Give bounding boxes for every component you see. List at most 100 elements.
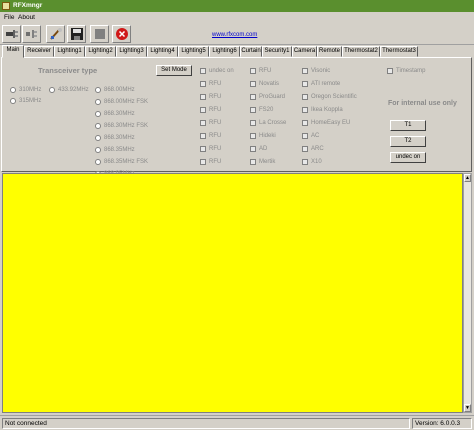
radio-433mhz-label: 433.92MHz [58,87,89,93]
radio-868-0[interactable] [95,87,101,93]
exit-button[interactable] [112,25,131,43]
checkbox-col2-2[interactable] [250,94,256,100]
checkbox-label: RFU [209,120,222,126]
radio-315mhz[interactable] [10,98,16,104]
stop-square-icon [94,29,105,39]
tab-thermostat3[interactable]: Thermostat3 [380,46,418,57]
app-icon [2,2,10,10]
tab-remote[interactable]: Remote [317,46,342,57]
timestamp-checkbox[interactable] [387,68,393,74]
plug-icon [5,30,18,38]
checkbox-label: ProGuard [259,94,286,100]
version-label: Version: 6.0.0.3 [412,418,472,429]
radio-868-label: 868.35MHz [104,147,135,153]
checkbox-label: X10 [311,159,322,165]
checkbox-col3-5[interactable] [302,133,308,139]
radio-868-6[interactable] [95,159,101,165]
checkbox-label: RFU [209,107,222,113]
checkbox-col3-7[interactable] [302,159,308,165]
radio-868-5[interactable] [95,147,101,153]
title-bar: RFXmngr [0,0,474,12]
checkbox-col3-0[interactable] [302,68,308,74]
tab-receiver[interactable]: Receiver [24,46,54,57]
checkbox-label: RFU [209,94,222,100]
menu-bar: File About [0,12,474,23]
checkbox-col3-6[interactable] [302,146,308,152]
connect-button[interactable] [2,25,21,43]
checkbox-col3-3[interactable] [302,107,308,113]
tab-lighting1[interactable]: Lighting1 [54,46,85,57]
checkbox-col1-0[interactable] [200,68,206,74]
checkbox-label: RFU [209,133,222,139]
checkbox-col1-6[interactable] [200,146,206,152]
checkbox-col2-4[interactable] [250,120,256,126]
tab-camera[interactable]: Camera [292,46,317,57]
status-bar: Not connected Version: 6.0.0.3 [0,415,474,430]
t2-button[interactable]: T2 [390,136,426,147]
tab-lighting6[interactable]: Lighting6 [209,46,240,57]
disconnect-button[interactable] [22,25,41,43]
checkbox-col1-7[interactable] [200,159,206,165]
undec-on-button[interactable]: undec on [390,152,426,163]
tab-lighting5[interactable]: Lighting5 [178,46,209,57]
scroll-up-arrow-icon[interactable]: ▲ [464,174,471,182]
checkbox-label: RFU [209,146,222,152]
checkbox-col2-7[interactable] [250,159,256,165]
tab-lighting4[interactable]: Lighting4 [147,46,178,57]
scroll-down-arrow-icon[interactable]: ▼ [464,404,471,412]
brush-icon [49,28,62,40]
main-tab-panel: Transceiver type Set Mode 310MHz 315MHz … [1,57,472,177]
radio-868-label: 868.35MHz FSK [104,159,149,165]
log-output-area[interactable] [2,173,463,413]
radio-310mhz-label: 310MHz [19,87,42,93]
tab-thermostat2[interactable]: Thermostat2 [342,46,380,57]
checkbox-label: ARC [311,146,324,152]
tab-curtain[interactable]: Curtain [240,46,262,57]
checkbox-label: La Crosse [259,120,287,126]
radio-310mhz[interactable] [10,87,16,93]
t1-button[interactable]: T1 [390,120,426,131]
radio-868-label: 868.30MHz [104,111,135,117]
radio-433mhz[interactable] [49,87,55,93]
checkbox-label: Hideki [259,133,276,139]
tab-lighting3[interactable]: Lighting3 [116,46,147,57]
checkbox-label: RFU [209,159,222,165]
menu-about[interactable]: About [18,13,35,22]
checkbox-col1-5[interactable] [200,133,206,139]
checkbox-col3-2[interactable] [302,94,308,100]
checkbox-col1-4[interactable] [200,120,206,126]
tab-lighting2[interactable]: Lighting2 [85,46,116,57]
close-circle-icon [115,28,128,40]
tab-strip: Main Receiver Lighting1 Lighting2 Lighti… [0,45,474,58]
checkbox-label: Oregon Scientific [311,94,357,100]
checkbox-col2-0[interactable] [250,68,256,74]
checkbox-label: Novatis [259,81,280,87]
log-scrollbar[interactable]: ▲ ▼ [463,173,472,413]
checkbox-col1-3[interactable] [200,107,206,113]
checkbox-label: AC [311,133,320,139]
checkbox-col3-1[interactable] [302,81,308,87]
checkbox-col2-5[interactable] [250,133,256,139]
tab-security1[interactable]: Security1 [262,46,292,57]
menu-file[interactable]: File [4,13,14,22]
radio-868-1[interactable] [95,99,101,105]
radio-868-2[interactable] [95,111,101,117]
checkbox-label: Mertik [259,159,276,165]
radio-868-label: 868.30MHz FSK [104,123,149,129]
radio-868-3[interactable] [95,123,101,129]
checkbox-col2-3[interactable] [250,107,256,113]
checkbox-col3-4[interactable] [302,120,308,126]
checkbox-col2-1[interactable] [250,81,256,87]
rfxcom-link[interactable]: www.rfxcom.com [212,32,257,38]
save-button[interactable] [67,25,86,43]
checkbox-col1-1[interactable] [200,81,206,87]
toolbar: www.rfxcom.com [0,23,474,45]
set-mode-button[interactable]: Set Mode [156,65,192,76]
checkbox-col1-2[interactable] [200,94,206,100]
tab-main[interactable]: Main [2,45,24,58]
clear-button[interactable] [46,25,65,43]
checkbox-col2-6[interactable] [250,146,256,152]
radio-868-4[interactable] [95,135,101,141]
checkbox-label: Ikea Koppla [311,107,343,113]
stop-button[interactable] [90,25,109,43]
